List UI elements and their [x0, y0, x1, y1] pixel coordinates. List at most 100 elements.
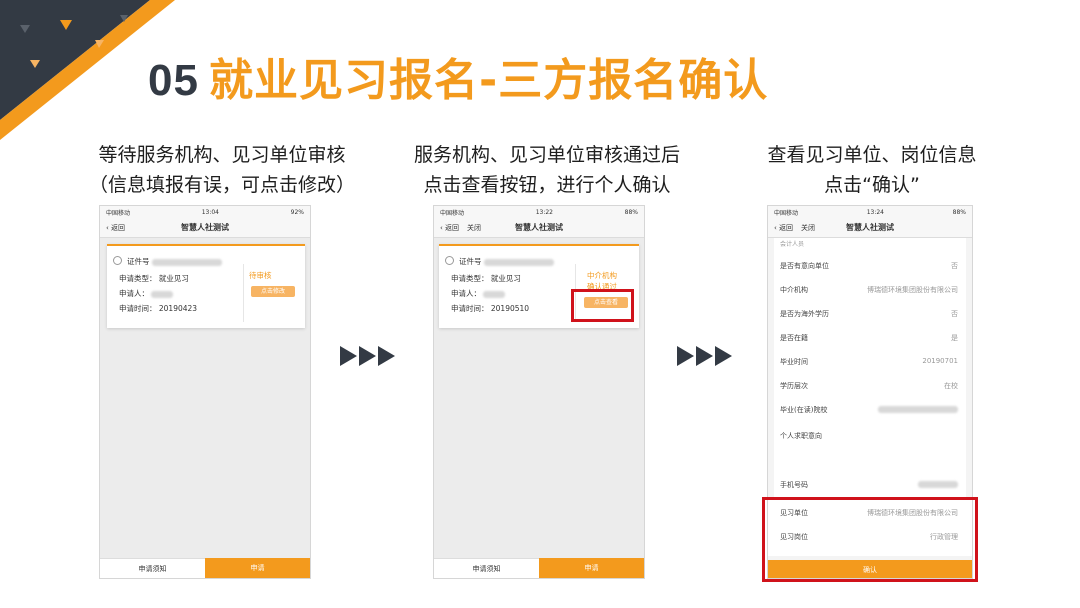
date-value: 20190510	[490, 304, 530, 313]
item-label: 毕业(在读)院校	[780, 406, 828, 414]
arrow-right-icon	[696, 346, 713, 366]
caption-step3-line2: 点击“确认”	[824, 174, 920, 196]
caption-step1: 等待服务机构、见习单位审核 （信息填报有误，可点击修改）	[72, 140, 372, 200]
item-value: 在校	[944, 382, 958, 390]
status-bar: 中国移动 13:04 92%	[100, 206, 310, 218]
clock-label: 13:24	[866, 208, 884, 216]
application-card: 证件号 申请类型： 就业见习 申请人： 申请时间： 20190423 待审核 点…	[107, 244, 305, 328]
tab-apply[interactable]: 申请	[539, 558, 644, 578]
nav-bar: ‹ 返回 关闭 智慧人社测试	[768, 218, 972, 238]
back-button[interactable]: ‹ 返回	[774, 223, 793, 233]
item-label: 学历层次	[780, 382, 808, 390]
bottom-tabs: 申请须知 申请	[434, 558, 644, 578]
item-label: 手机号码	[780, 481, 808, 489]
item-label: 是否有意向单位	[780, 262, 829, 270]
highlight-box-view	[571, 289, 634, 322]
list-item: 是否有意向单位 否	[780, 261, 958, 271]
date-label: 申请时间：	[119, 304, 157, 313]
battery-label: 88%	[624, 208, 638, 216]
arrow-right-icon	[715, 346, 732, 366]
detail-list: 会计人员 是否有意向单位否 中介机构 博瑞德环境集团股份有限公司 是否为海外学历否…	[774, 238, 966, 496]
modify-button[interactable]: 点击修改	[251, 286, 295, 297]
battery-label: 92%	[290, 208, 304, 216]
list-item: 学历层次 在校	[780, 381, 958, 391]
carrier-label: 中国移动	[774, 209, 799, 217]
item-value: 博瑞德环境集团股份有限公司	[867, 286, 958, 294]
nav-title: 智慧人社测试	[181, 223, 229, 232]
arrow-right-icon	[359, 346, 376, 366]
clock-label: 13:22	[535, 208, 553, 216]
nav-bar: ‹ 返回 关闭 智慧人社测试	[434, 218, 644, 238]
step-arrows-1	[340, 346, 395, 366]
back-button[interactable]: ‹ 返回	[106, 223, 125, 233]
item-value: 否	[951, 262, 958, 270]
date-value: 20190423	[158, 304, 198, 313]
list-item: 毕业(在读)院校	[780, 405, 958, 415]
back-button[interactable]: ‹ 返回	[440, 223, 459, 233]
type-label: 申请类型：	[451, 274, 489, 283]
highlight-box-confirm	[762, 497, 978, 582]
status-bar: 中国移动 13:24 88%	[768, 206, 972, 218]
id-value-blurred	[151, 258, 222, 266]
clock-label: 13:04	[201, 208, 219, 216]
list-item: 是否为海外学历 否	[780, 309, 958, 319]
school-value-blurred	[878, 405, 958, 413]
detail-list-phone: 手机号码	[774, 470, 966, 498]
item-label: 是否为海外学历	[780, 310, 829, 318]
id-label: 证件号	[459, 257, 482, 266]
title-text: 就业见习报名-三方报名确认	[208, 55, 769, 106]
tab-notice[interactable]: 申请须知	[100, 558, 205, 578]
slide-title: 05 就业见习报名-三方报名确认	[148, 44, 768, 108]
arrow-right-icon	[677, 346, 694, 366]
close-button[interactable]: 关闭	[467, 223, 481, 233]
caption-step2-line1: 服务机构、见习单位审核通过后	[413, 144, 680, 166]
list-item: 毕业时间 20190701	[780, 357, 958, 367]
bottom-tabs: 申请须知 申请	[100, 558, 310, 578]
phone-screen-2: 中国移动 13:22 88% ‹ 返回 关闭 智慧人社测试 证件号 申请类型： …	[433, 205, 645, 579]
arrow-right-icon	[378, 346, 395, 366]
applicant-value-blurred	[483, 290, 506, 298]
date-label: 申请时间：	[451, 304, 489, 313]
carrier-label: 中国移动	[440, 209, 465, 217]
item-label: 个人求职意向	[780, 432, 822, 440]
status-bar: 中国移动 13:22 88%	[434, 206, 644, 218]
step-arrows-2	[677, 346, 732, 366]
tab-apply[interactable]: 申请	[205, 558, 310, 578]
title-number: 05	[148, 56, 199, 105]
item-value: 否	[951, 310, 958, 318]
item-label: 毕业时间	[780, 358, 808, 366]
list-item: 中介机构 博瑞德环境集团股份有限公司	[780, 285, 958, 295]
item-value: 20190701	[922, 357, 958, 365]
status-badge: 待审核	[249, 271, 272, 280]
clipped-row: 会计人员	[780, 241, 805, 248]
caption-step1-line2: （信息填报有误，可点击修改）	[88, 174, 355, 196]
caption-step1-line1: 等待服务机构、见习单位审核	[98, 144, 346, 166]
item-label: 是否在籍	[780, 334, 808, 342]
phone-screen-1: 中国移动 13:04 92% ‹ 返回 智慧人社测试 证件号 申请类型： 就业见…	[99, 205, 311, 579]
caption-step2-line2: 点击查看按钮，进行个人确认	[423, 174, 671, 196]
status-line1: 中介机构	[587, 271, 617, 280]
list-item: 个人求职意向	[780, 431, 958, 441]
applicant-label: 申请人：	[451, 289, 481, 298]
nav-title: 智慧人社测试	[846, 223, 894, 232]
applicant-value-blurred	[151, 290, 174, 298]
list-item: 手机号码	[780, 480, 958, 490]
type-value: 就业见习	[490, 274, 521, 283]
select-radio[interactable]	[445, 256, 454, 265]
close-button[interactable]: 关闭	[801, 223, 815, 233]
applicant-label: 申请人：	[119, 289, 149, 298]
item-value: 是	[951, 334, 958, 342]
list-item: 是否在籍 是	[780, 333, 958, 343]
select-radio[interactable]	[113, 256, 122, 265]
nav-bar: ‹ 返回 智慧人社测试	[100, 218, 310, 238]
phone-value-blurred	[918, 480, 958, 488]
id-value-blurred	[483, 258, 554, 266]
type-value: 就业见习	[158, 274, 189, 283]
id-label: 证件号	[127, 257, 150, 266]
tab-notice[interactable]: 申请须知	[434, 558, 539, 578]
item-label: 中介机构	[780, 286, 808, 294]
caption-step3: 查看见习单位、岗位信息 点击“确认”	[722, 140, 1022, 200]
caption-step2: 服务机构、见习单位审核通过后 点击查看按钮，进行个人确认	[397, 140, 697, 200]
carrier-label: 中国移动	[106, 209, 131, 217]
caption-step3-line1: 查看见习单位、岗位信息	[767, 144, 977, 166]
